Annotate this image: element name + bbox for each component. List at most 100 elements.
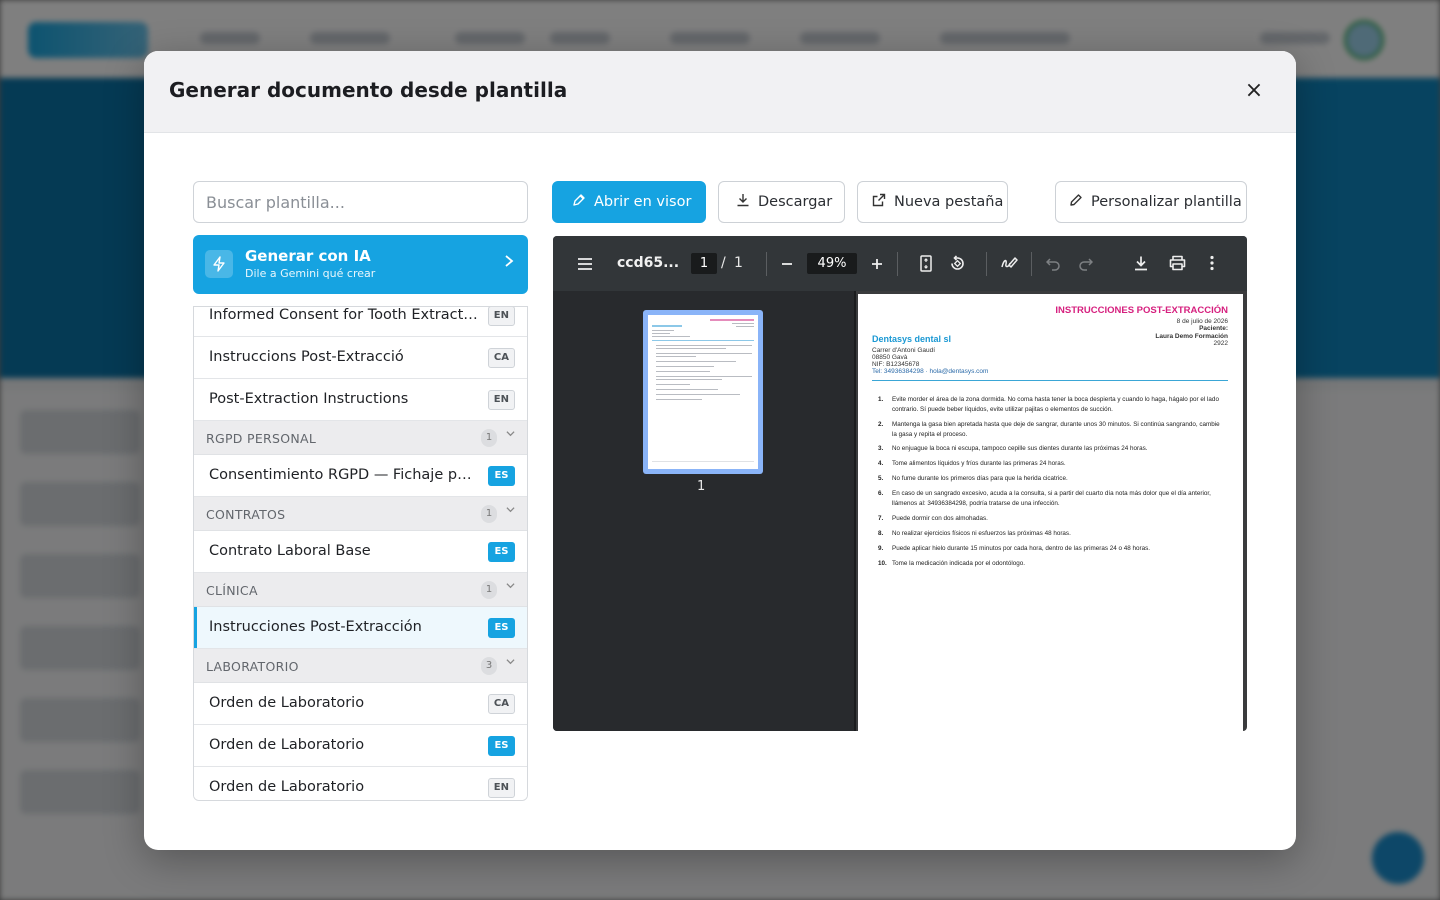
thumbnail-line — [652, 461, 754, 462]
page-number-input[interactable]: 1 — [691, 253, 717, 274]
pdf-viewer[interactable]: ccd65... 1 / 1 49% 1 INSTRUCCIONES POST-… — [553, 236, 1247, 731]
print-icon[interactable] — [1169, 255, 1186, 275]
template-item[interactable]: Orden de Laboratorio EN — [194, 767, 527, 800]
generate-with-ai-button[interactable]: Generar con IA Dile a Gemini qué crear — [193, 235, 528, 294]
zoom-out-icon[interactable] — [780, 256, 794, 275]
instruction-item: 7. Puede dormir con dos almohadas. — [878, 514, 1223, 524]
thumbnail-line — [656, 361, 736, 362]
instruction-number: 9. — [878, 545, 884, 552]
template-item[interactable]: Consentimiento RGPD — Fichaje por... ES — [194, 455, 527, 497]
pdf-page: INSTRUCCIONES POST-EXTRACCIÓN 8 de julio… — [858, 294, 1243, 731]
instruction-item: 1. Evite morder el área de la zona dormid… — [878, 395, 1223, 414]
template-group-contratos[interactable]: CONTRATOS 1 — [194, 497, 527, 531]
toolbar-divider — [1031, 252, 1032, 276]
language-badge: ES — [488, 542, 515, 562]
page-thumbnail[interactable] — [643, 310, 763, 474]
thumbnail-line — [656, 353, 752, 354]
patient-name: Laura Demo Formación — [1155, 333, 1228, 340]
thumbnail-line — [656, 376, 752, 377]
download-icon[interactable] — [1133, 255, 1149, 275]
language-badge: ES — [488, 618, 515, 638]
zoom-in-icon[interactable] — [870, 256, 884, 275]
lightning-icon — [205, 250, 233, 278]
fit-page-icon[interactable] — [919, 255, 933, 276]
toolbar-divider — [766, 252, 767, 276]
chevron-down-icon — [506, 428, 515, 441]
menu-icon[interactable] — [577, 256, 593, 275]
instruction-text: No fume durante los primeros días para q… — [892, 475, 1068, 482]
patient-id: 2922 — [1213, 340, 1228, 347]
template-item-label: Orden de Laboratorio — [209, 737, 365, 753]
thumbnail-line — [656, 399, 702, 400]
viewer-splitter[interactable] — [854, 291, 856, 731]
template-item[interactable]: Post-Extraction Instructions EN — [194, 379, 527, 421]
group-label: CONTRATOS — [206, 507, 286, 522]
group-count: 1 — [481, 581, 497, 599]
instruction-number: 5. — [878, 475, 884, 482]
template-item[interactable]: Orden de Laboratorio CA — [194, 683, 527, 725]
company-name: Dentasys dental sl — [872, 334, 952, 344]
redo-icon[interactable] — [1078, 256, 1094, 275]
instruction-number: 4. — [878, 460, 884, 467]
instruction-item: 8. No realizar ejercicios físicos ni esfu… — [878, 529, 1223, 539]
thumbnail-page-preview — [648, 315, 758, 469]
thumbnail-line — [656, 379, 722, 380]
language-badge: CA — [487, 348, 515, 368]
instruction-text: Evite morder el área de la zona dormida.… — [892, 396, 1219, 413]
template-item[interactable]: Orden de Laboratorio ES — [194, 725, 527, 767]
undo-icon[interactable] — [1045, 256, 1061, 275]
annotate-icon[interactable] — [1000, 255, 1018, 275]
language-badge: ES — [488, 736, 515, 756]
instruction-item: 10. Tome la medicación indicada por el od… — [878, 559, 1223, 569]
modal-title: Generar documento desde plantilla — [169, 78, 568, 102]
page-total: 1 — [734, 255, 743, 271]
patient-label: Paciente: — [1199, 325, 1228, 332]
language-badge: EN — [487, 390, 515, 410]
more-options-icon[interactable] — [1210, 255, 1214, 275]
instruction-number: 1. — [878, 396, 884, 403]
template-item[interactable]: Instruccions Post-Extracció CA — [194, 337, 527, 379]
template-search-input[interactable] — [193, 181, 528, 223]
thumbnail-line — [736, 326, 754, 327]
new-tab-button[interactable]: Nueva pestaña — [857, 181, 1008, 223]
template-group-clinica[interactable]: CLÍNICA 1 — [194, 573, 527, 607]
ai-button-title: Generar con IA — [245, 247, 371, 265]
language-badge: ES — [488, 466, 515, 486]
modal-header: Generar documento desde plantilla × — [144, 51, 1296, 133]
download-button[interactable]: Descargar — [718, 181, 845, 223]
instruction-number: 8. — [878, 530, 884, 537]
template-item-selected[interactable]: Instrucciones Post-Extracción ES — [194, 607, 527, 649]
instruction-text: En caso de un sangrado excesivo, acuda a… — [892, 490, 1211, 507]
chevron-right-icon — [504, 253, 514, 272]
thumbnail-line — [656, 356, 696, 357]
template-group-laboratorio[interactable]: LABORATORIO 3 — [194, 649, 527, 683]
rotate-icon[interactable] — [949, 255, 966, 276]
customize-template-button[interactable]: Personalizar plantilla — [1055, 181, 1247, 223]
template-item[interactable]: Contrato Laboral Base ES — [194, 531, 527, 573]
external-link-icon — [872, 193, 886, 211]
company-contact: Tel: 34936384298 · hola@dentasys.com — [872, 368, 989, 375]
thumbnail-line — [656, 366, 714, 367]
instruction-number: 6. — [878, 490, 884, 497]
template-item-label: Instruccions Post-Extracció — [209, 349, 404, 365]
thumbnail-line — [652, 340, 754, 341]
page-separator: / — [721, 255, 726, 271]
company-city: 08850 Gavà — [872, 354, 908, 361]
group-count: 1 — [481, 429, 497, 447]
generate-document-modal: Generar documento desde plantilla × Gene… — [144, 51, 1296, 850]
thumbnail-line — [656, 371, 710, 372]
open-in-viewer-button[interactable]: Abrir en visor — [552, 181, 706, 223]
template-item-label: Post-Extraction Instructions — [209, 391, 409, 407]
template-item[interactable]: Informed Consent for Tooth Extracti... E… — [194, 307, 527, 337]
template-list[interactable]: Informed Consent for Tooth Extracti... E… — [193, 306, 528, 801]
template-item-label: Instrucciones Post-Extracción — [209, 619, 422, 635]
instruction-item: 9. Puede aplicar hielo durante 15 minutos… — [878, 544, 1223, 554]
zoom-level[interactable]: 49% — [807, 253, 857, 274]
group-label: CLÍNICA — [206, 583, 258, 598]
thumbnail-line — [656, 348, 726, 349]
thumbnail-line — [656, 384, 690, 385]
pencil-tag-icon — [572, 193, 586, 211]
group-label: RGPD PERSONAL — [206, 431, 317, 446]
close-icon[interactable]: × — [1242, 79, 1266, 103]
template-group-rgpd-personal[interactable]: RGPD PERSONAL 1 — [194, 421, 527, 455]
